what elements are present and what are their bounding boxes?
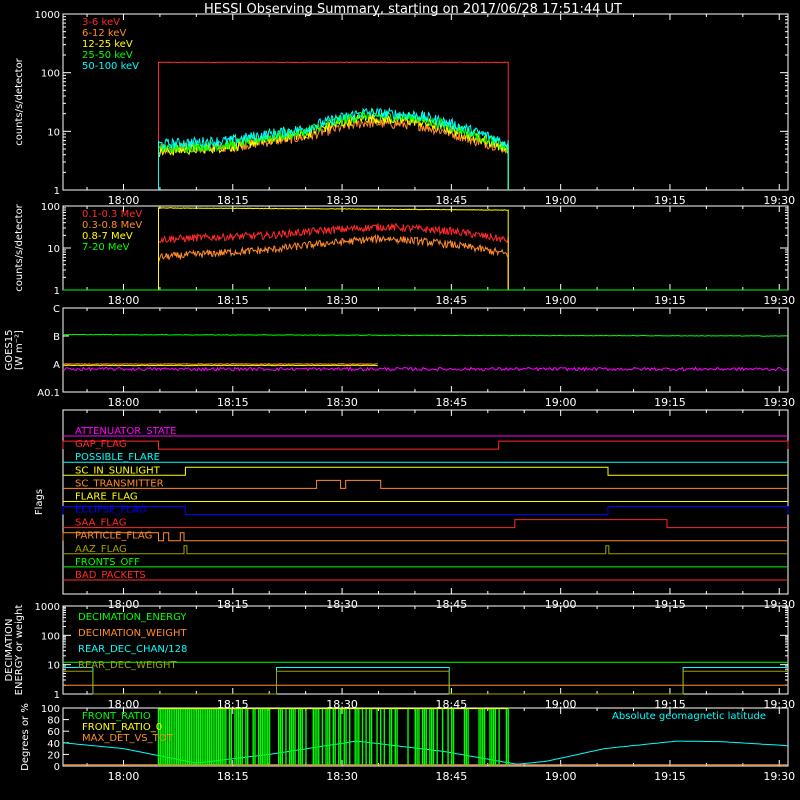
ratios-ytick-label: 40 [47, 739, 60, 750]
figure-title: HESSI Observing Summary, starting on 201… [204, 2, 622, 17]
decimation-legend-entry: DECIMATION_WEIGHT [78, 628, 187, 639]
high-energy-legend-entry: 0.8-7 MeV [82, 231, 133, 242]
goes-ylabel-unit: [W m⁻²] [14, 330, 25, 370]
goes-ytick-label: A0.1 [37, 388, 60, 399]
geomagnetic-latitude-label: Absolute geomagnetic latitude [612, 711, 766, 722]
decimation-legend-entry: REAR_DEC_CHAN/128 [78, 644, 187, 655]
low-energy-ytick-label: 1 [54, 186, 60, 197]
high-energy-xtick-label: 19:30 [763, 294, 795, 307]
low-energy-xtick-label: 18:15 [217, 194, 249, 207]
flag-label: AAZ_FLAG [75, 544, 127, 555]
goes-xtick-label: 18:00 [108, 396, 140, 409]
flag-label: SAA_FLAG [75, 518, 126, 529]
high-energy-ytick-label: 1 [54, 286, 60, 297]
low-energy-xtick-label: 18:45 [436, 194, 468, 207]
low-energy-xtick-label: 19:30 [763, 194, 795, 207]
goes-ytick-label: B [53, 332, 60, 343]
goes-series-line [62, 363, 378, 365]
low-energy-xtick-label: 18:00 [108, 194, 140, 207]
ratios-xtick-label: 18:15 [217, 770, 249, 783]
low-energy-ytick-label: 1000 [35, 10, 60, 21]
high-energy-xtick-label: 18:45 [436, 294, 468, 307]
ratios-legend-entry: FRONT_RATIO [82, 711, 151, 722]
decimation-ytick-label: 1000 [35, 602, 60, 613]
ratios-ytick-label: 80 [47, 716, 60, 727]
flag-label: BAD_PACKETS [75, 570, 146, 581]
low-energy-legend-entry: 25-50 keV [82, 50, 133, 61]
flag-label: SC_IN_SUNLIGHT [75, 465, 161, 476]
goes-series-line [62, 364, 378, 367]
ratios-xtick-label: 19:30 [763, 770, 795, 783]
ratios-xtick-label: 19:00 [545, 770, 577, 783]
goes-xtick-label: 18:45 [436, 396, 468, 409]
flag-label: POSSIBLE_FLARE [75, 452, 160, 463]
decimation-ytick-label: 1 [54, 690, 60, 701]
low-energy-legend-entry: 12-25 keV [82, 39, 133, 50]
low-energy-legend-entry: 3-6 keV [82, 17, 120, 28]
low-energy-legend-entry: 6-12 keV [82, 28, 126, 39]
ratios-ytick-label: 0 [54, 762, 60, 773]
goes-ytick-label: A [53, 360, 60, 371]
decimation-ytick-label: 10 [47, 661, 60, 672]
goes-xtick-label: 18:15 [217, 396, 249, 409]
high-energy-ytick-label: 10 [47, 244, 60, 255]
flag-label: FLARE_FLAG [75, 491, 138, 502]
high-energy-xtick-label: 19:00 [545, 294, 577, 307]
flag-label: ATTENUATOR_STATE [75, 426, 176, 437]
goes-xtick-label: 19:00 [545, 396, 577, 409]
high-energy-xtick-label: 18:30 [326, 294, 358, 307]
decimation-ytick-label: 100 [41, 631, 60, 642]
ratios-legend-entry: MAX_DET_VS_TOT [82, 733, 174, 744]
ratios-legend-entry: FRONT_RATIO_0 [82, 722, 162, 733]
goes-xtick-label: 18:30 [326, 396, 358, 409]
high-energy-legend-entry: 0.3-0.8 MeV [82, 220, 142, 231]
high-energy-xtick-label: 19:15 [654, 294, 686, 307]
goes-xtick-label: 19:15 [654, 396, 686, 409]
goes-xtick-label: 19:30 [763, 396, 795, 409]
ratios-ytick-label: 60 [47, 727, 60, 738]
ratios-xtick-label: 18:45 [436, 770, 468, 783]
goes-ytick-label: C [53, 304, 60, 315]
high-energy-legend-entry: 7-20 MeV [82, 242, 130, 253]
observing-summary-figure: HESSI Observing Summary, starting on 201… [0, 0, 800, 800]
ratios-xtick-label: 19:15 [654, 770, 686, 783]
ratios-ytick-label: 20 [47, 750, 60, 761]
decimation-legend-entry: REAR_DEC_WEIGHT [78, 660, 177, 671]
flags-ylabel: Flags [34, 489, 45, 515]
high-energy-ytick-label: 100 [41, 202, 60, 213]
ratios-xtick-label: 18:00 [108, 770, 140, 783]
low-energy-legend-entry: 50-100 keV [82, 61, 139, 72]
ratios-ylabel: Degrees or % [20, 703, 31, 771]
ratios-xtick-label: 18:30 [326, 770, 358, 783]
high-energy-xtick-label: 18:15 [217, 294, 249, 307]
decimation-ylabel-2: ENERGY or weight [14, 605, 25, 696]
high-energy-ylabel: counts/s/detector [14, 203, 25, 291]
high-energy-legend-entry: 0.1-0.3 MeV [82, 209, 142, 220]
low-energy-ytick-label: 100 [41, 69, 60, 80]
flag-label: FRONTS_OFF [75, 557, 140, 568]
low-energy-xtick-label: 18:30 [326, 194, 358, 207]
flag-label: SC_TRANSMITTER [75, 478, 164, 489]
low-energy-ylabel: counts/s/detector [14, 57, 25, 145]
low-energy-xtick-label: 19:00 [545, 194, 577, 207]
ratios-ytick-label: 100 [41, 704, 60, 715]
low-energy-ytick-label: 10 [47, 127, 60, 138]
low-energy-xtick-label: 19:15 [654, 194, 686, 207]
high-energy-xtick-label: 18:00 [108, 294, 140, 307]
decimation-legend-entry: DECIMATION_ENERGY [78, 612, 187, 623]
